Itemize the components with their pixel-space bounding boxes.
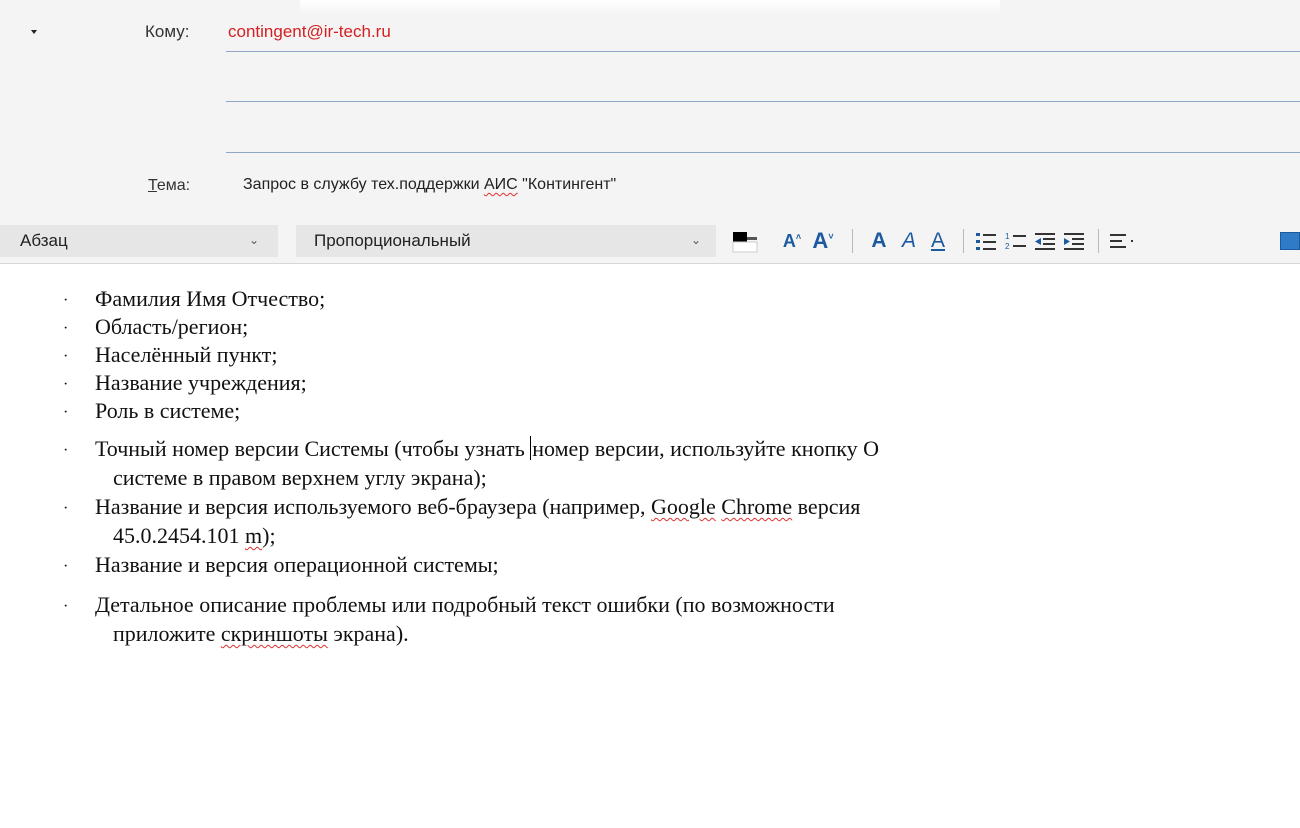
paragraph-style-value: Абзац <box>20 231 68 250</box>
subject-text-b: АИС <box>483 176 518 193</box>
cc-field[interactable] <box>226 101 1300 102</box>
toolbar-separator <box>963 229 964 253</box>
numbering-button[interactable]: 1 2 <box>1003 227 1029 255</box>
misspelled-word: Google <box>651 494 716 519</box>
list-item-text: Детальное описание проблемы или подробны… <box>95 592 835 617</box>
shrink-font-icon: A˅ <box>812 228 834 253</box>
to-label: Кому: <box>145 22 190 41</box>
bold-icon: A <box>871 229 887 252</box>
increase-indent-icon <box>1064 233 1084 250</box>
subject-text-a: Запрос в службу тех.поддержки <box>243 176 484 193</box>
font-select[interactable]: Пропорциональный ⌄ <box>296 225 716 257</box>
bullets-button[interactable] <box>973 227 999 255</box>
toolbar-separator <box>1098 229 1099 253</box>
bullet-glyph: · <box>63 292 69 309</box>
outdent-button[interactable] <box>1032 227 1058 255</box>
bullet-glyph: · <box>63 598 69 615</box>
bold-button[interactable]: A <box>866 227 892 255</box>
subject-label-rest: ема: <box>156 177 191 194</box>
bullet-glyph: · <box>63 558 69 575</box>
grow-font-button[interactable]: A˄ <box>779 227 805 255</box>
bullet-glyph: · <box>63 500 69 517</box>
message-header: Кому: contingent@ir-tech.ru Тема: Запрос… <box>0 0 1300 215</box>
bcc-field[interactable] <box>226 152 1300 153</box>
bullet-glyph: · <box>63 348 69 365</box>
shrink-font-button[interactable]: A˅ <box>808 227 838 255</box>
text-span: ); <box>262 523 276 548</box>
chevron-down-icon: ⌄ <box>248 233 260 247</box>
svg-text:2: 2 <box>1005 242 1010 251</box>
toolbar-separator <box>852 229 853 253</box>
text-span: версия <box>792 494 861 519</box>
text-span: приложите <box>113 621 221 646</box>
list-item-text: Роль в системе; <box>95 398 241 423</box>
misspelled-word: скриншоты <box>220 621 328 646</box>
bullet-glyph: · <box>63 442 69 459</box>
text-span: 45.0.2454.101 <box>113 523 245 548</box>
bulleted-list-icon <box>976 233 996 250</box>
align-left-icon <box>1110 234 1133 248</box>
formatting-toolbar: Абзац ⌄ Пропорциональный ⌄ A˄ A˅ A A A 1… <box>0 215 1300 264</box>
list-item-text: Название и версия используемого веб-брау… <box>95 494 860 520</box>
underline-icon: A <box>930 229 945 252</box>
svg-text:1: 1 <box>1005 232 1010 241</box>
chevron-down-icon <box>31 30 37 34</box>
list-item-text-continued: приложите скриншоты экрана). <box>113 621 409 647</box>
subject-label: Тема: <box>148 177 190 195</box>
decrease-indent-icon <box>1035 233 1055 250</box>
indent-button[interactable] <box>1061 227 1087 255</box>
to-field[interactable]: contingent@ir-tech.ru <box>228 22 391 42</box>
text-span: Название и версия используемого веб-брау… <box>95 494 652 519</box>
text-span: номер версии, используйте кнопку О <box>532 436 880 461</box>
chevron-down-icon: ⌄ <box>690 233 702 247</box>
to-field-underline <box>226 51 1300 52</box>
list-item-text: Название учреждения; <box>95 370 307 395</box>
subject-field[interactable]: Запрос в службу тех.поддержки АИС "Конти… <box>243 176 616 194</box>
font-color-button[interactable] <box>727 227 771 255</box>
list-item-text: Область/регион; <box>95 314 249 339</box>
list-item-text: Точный номер версии Системы (чтобы узнат… <box>95 436 879 462</box>
text-span: Точный номер версии Системы (чтобы узнат… <box>95 436 531 461</box>
subject-label-accesskey: Т <box>148 177 157 194</box>
bullet-glyph: · <box>63 376 69 393</box>
list-item-text-continued: 45.0.2454.101 m); <box>113 523 276 549</box>
underline-button[interactable]: A <box>925 227 951 255</box>
list-item-text-continued: системе в правом верхнем углу экрана); <box>113 465 487 490</box>
italic-icon: A <box>901 229 916 252</box>
more-options-button[interactable] <box>1280 227 1300 255</box>
misspelled-word: Chrome <box>721 494 793 519</box>
text-span: экрана). <box>327 621 409 646</box>
list-item-text: Населённый пункт; <box>95 342 278 367</box>
recipients-dropdown-button[interactable] <box>11 16 126 50</box>
align-button[interactable] <box>1108 227 1138 255</box>
subject-text-c: "Контингент" <box>517 176 617 193</box>
paragraph-style-select[interactable]: Абзац ⌄ <box>0 225 278 257</box>
font-value: Пропорциональный <box>314 231 471 250</box>
numbered-list-icon: 1 2 <box>1005 232 1026 251</box>
highlight-icon <box>1280 232 1300 250</box>
italic-button[interactable]: A <box>896 227 922 255</box>
font-color-icon <box>732 232 758 253</box>
grow-font-icon: A˄ <box>782 230 802 251</box>
bullet-glyph: · <box>63 320 69 337</box>
list-item-text: Название и версия операционной системы; <box>95 552 499 577</box>
bullet-glyph: · <box>63 404 69 421</box>
misspelled-word: m <box>245 523 263 548</box>
list-item-text: Фамилия Имя Отчество; <box>95 286 326 311</box>
